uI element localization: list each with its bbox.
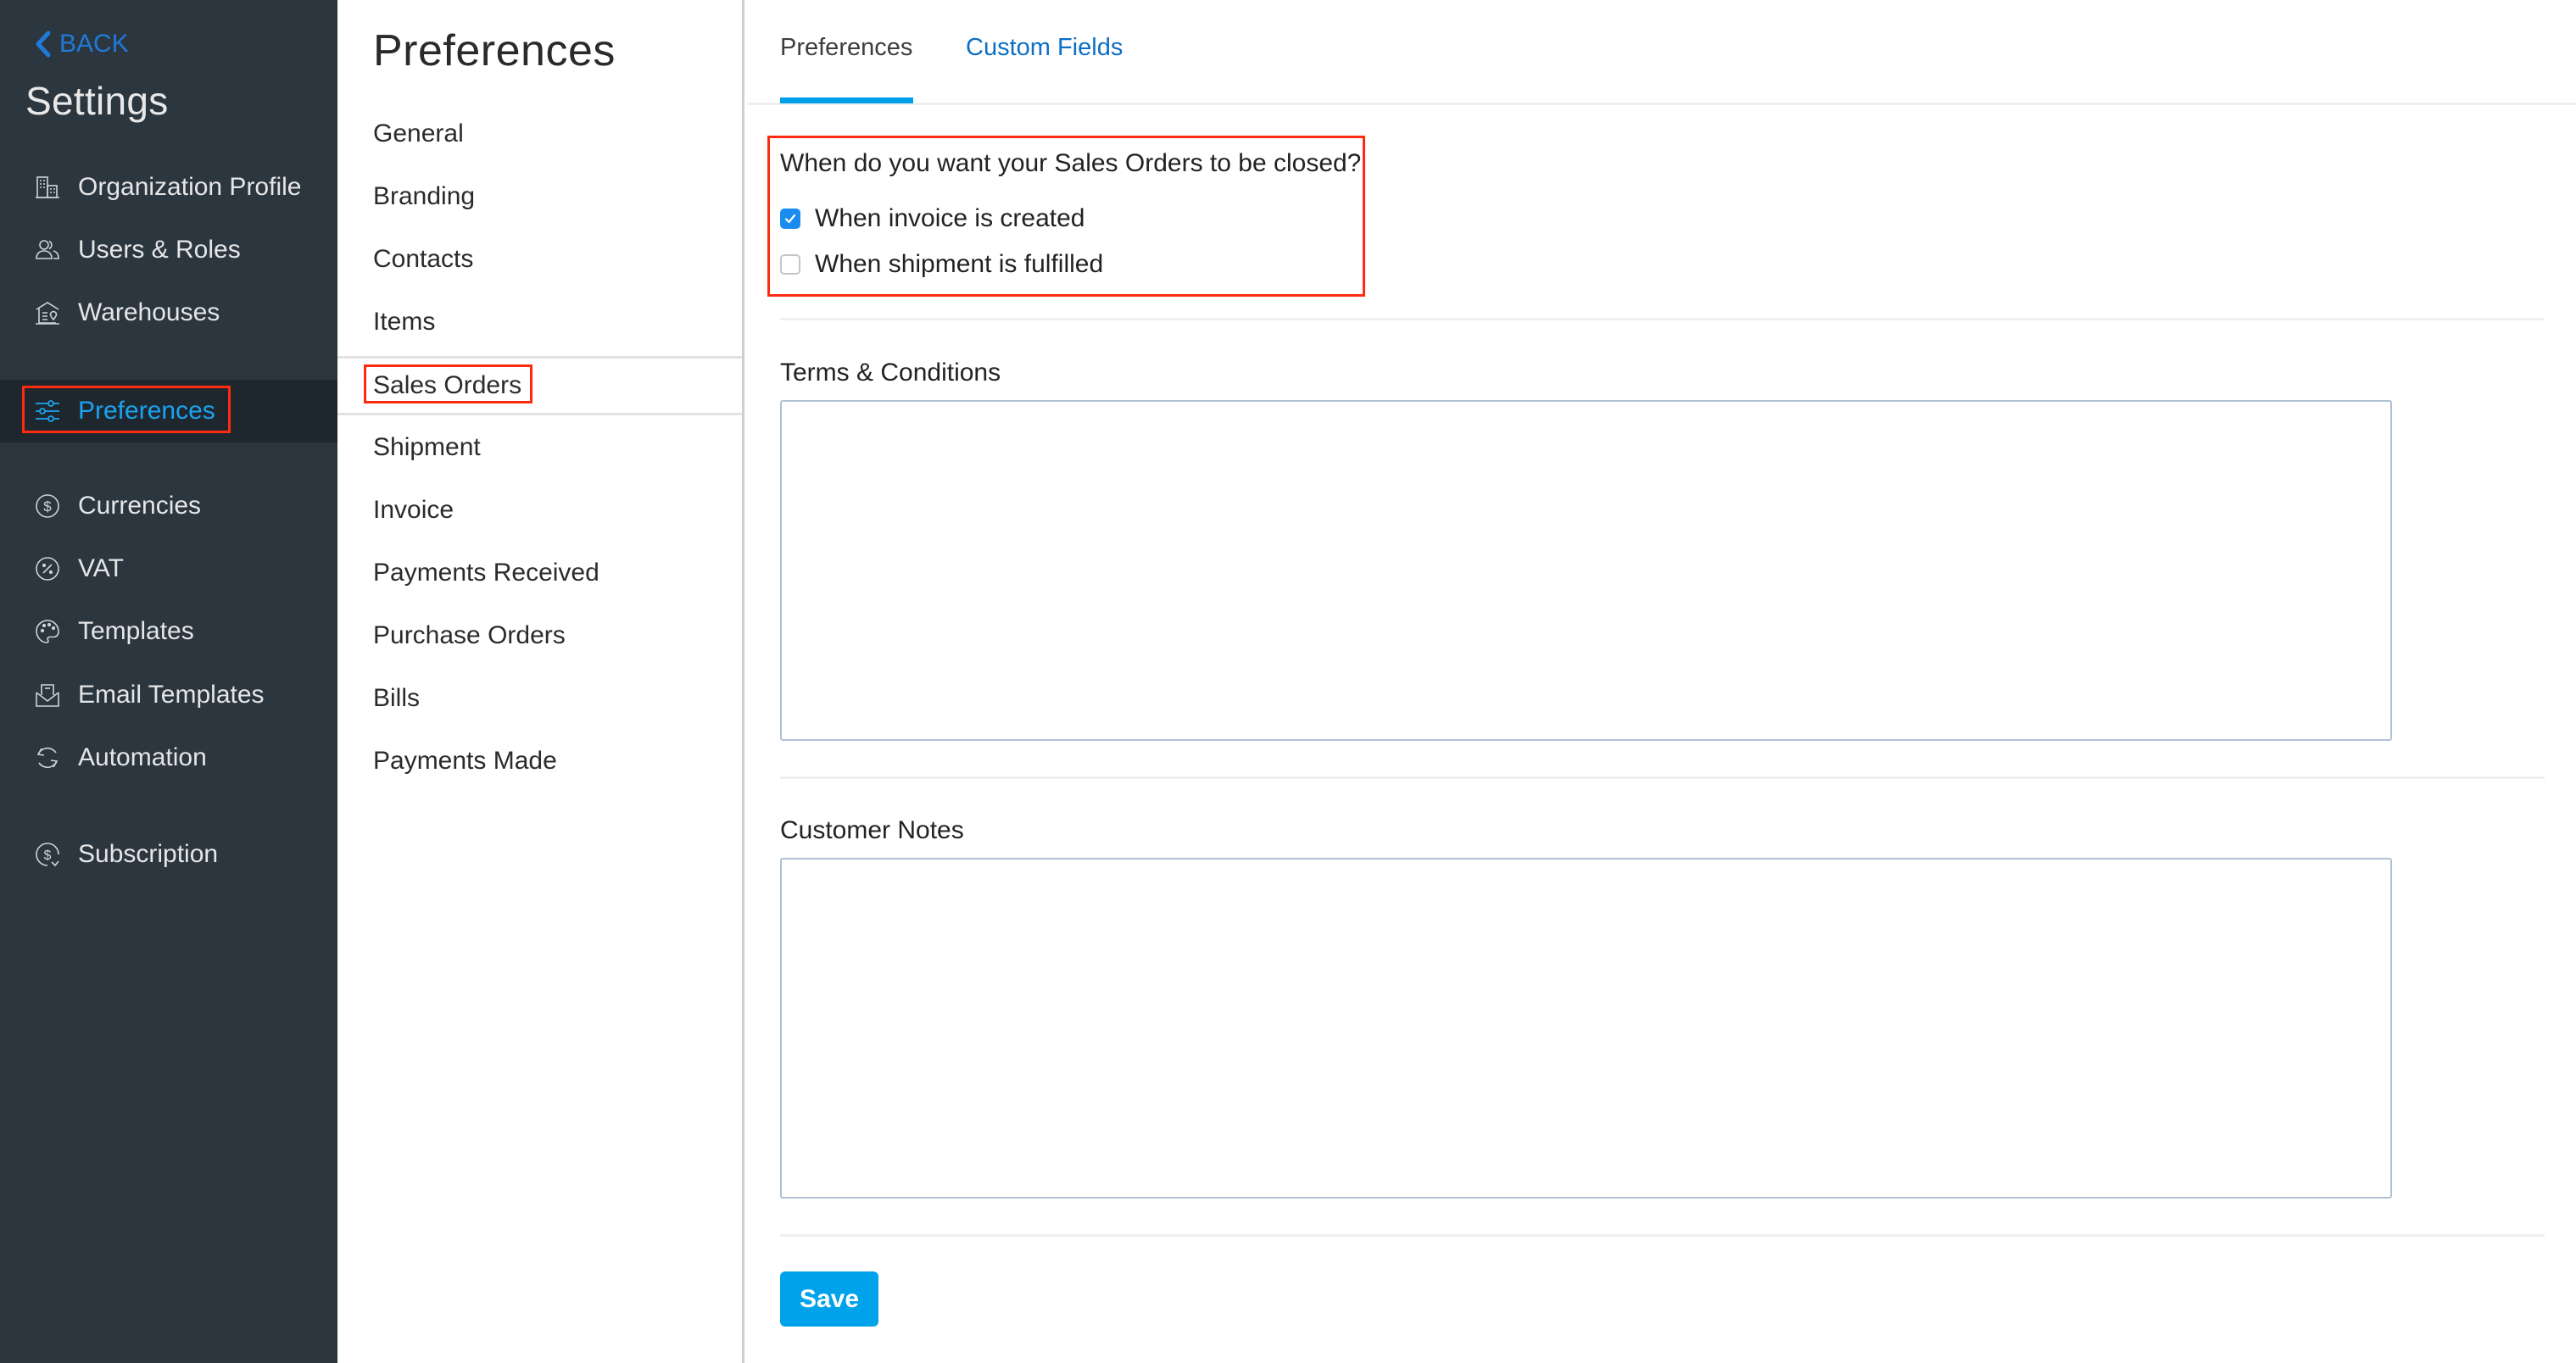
refresh-icon [34, 744, 61, 771]
submenu-item-label: Purchase Orders [373, 621, 566, 649]
submenu-item-label: Bills [373, 684, 421, 712]
sidebar-item-label: Automation [78, 743, 207, 771]
sidebar-item-label: VAT [78, 554, 124, 582]
svg-text:$: $ [43, 498, 52, 515]
submenu-item-branding[interactable]: Branding [337, 168, 742, 225]
submenu-item-label: Items [373, 308, 436, 336]
submenu-item-general[interactable]: General [337, 105, 742, 163]
sidebar-item-label: Templates [78, 617, 194, 645]
submenu-item-label: Branding [373, 182, 476, 210]
sidebar-item-users-roles[interactable]: Users & Roles [0, 219, 337, 281]
submenu-item-bills[interactable]: Bills [337, 670, 742, 727]
sidebar-item-subscription[interactable]: $ Subscription [0, 823, 337, 886]
sidebar-item-vat[interactable]: VAT [0, 537, 337, 600]
sidebar-item-preferences[interactable]: Preferences [0, 380, 337, 442]
tab-preferences[interactable]: Preferences [780, 34, 912, 62]
sidebar-item-templates[interactable]: Templates [0, 600, 337, 663]
submenu-item-label: Contacts [373, 245, 474, 273]
terms-label: Terms & Conditions [780, 359, 1001, 387]
percent-circle-icon [34, 555, 61, 582]
sidebar-title: Settings [25, 79, 169, 123]
svg-text:$: $ [44, 848, 52, 863]
envelope-open-icon [34, 682, 61, 709]
sidebar-item-automation[interactable]: Automation [0, 726, 337, 789]
section-divider [780, 776, 2545, 779]
back-link[interactable]: BACK [34, 29, 129, 59]
sidebar-item-warehouses[interactable]: Warehouses [0, 281, 337, 344]
submenu-title: Preferences [373, 26, 616, 75]
sidebar-item-label: Preferences [78, 397, 215, 425]
save-button[interactable]: Save [780, 1271, 878, 1327]
close-question-label: When do you want your Sales Orders to be… [780, 149, 1362, 177]
checkbox-shipment-fulfilled[interactable] [780, 254, 800, 275]
checkbox-invoice-created[interactable] [780, 209, 800, 229]
customer-notes-label: Customer Notes [780, 816, 964, 844]
option-label: When shipment is fulfilled [815, 250, 1104, 278]
submenu-item-shipment[interactable]: Shipment [337, 419, 742, 476]
submenu-item-label: Invoice [373, 496, 454, 524]
sidebar-item-label: Subscription [78, 840, 219, 868]
submenu-item-label: Payments Received [373, 559, 599, 587]
dollar-circle-icon: $ [34, 492, 61, 520]
submenu-item-items[interactable]: Items [337, 293, 742, 351]
submenu-item-label: Payments Made [373, 747, 557, 775]
option-invoice-created[interactable]: When invoice is created [780, 204, 1085, 233]
sidebar-item-label: Warehouses [78, 298, 220, 326]
submenu-item-label: Sales Orders [373, 371, 522, 399]
sidebar-item-label: Users & Roles [78, 236, 241, 264]
building-icon [34, 174, 61, 201]
settings-sidebar: BACK Settings Organization Profile Users… [0, 0, 337, 1363]
warehouse-icon [34, 299, 61, 326]
users-icon [34, 236, 61, 264]
submenu-item-payments-received[interactable]: Payments Received [337, 544, 742, 602]
terms-textarea[interactable] [780, 400, 2392, 741]
sidebar-item-currencies[interactable]: $ Currencies [0, 475, 337, 537]
back-label: BACK [59, 30, 129, 58]
tab-bar: Preferences Custom Fields [747, 0, 2576, 105]
chevron-left-icon [36, 31, 51, 58]
customer-notes-textarea[interactable] [780, 858, 2392, 1199]
submenu-item-invoice[interactable]: Invoice [337, 481, 742, 539]
tab-custom-fields[interactable]: Custom Fields [966, 34, 1123, 62]
option-label: When invoice is created [815, 204, 1085, 232]
submenu-item-sales-orders[interactable]: Sales Orders [337, 356, 742, 415]
checkmark-icon [784, 214, 796, 224]
sidebar-item-label: Organization Profile [78, 173, 302, 201]
submenu-item-payments-made[interactable]: Payments Made [337, 732, 742, 790]
sliders-icon [34, 398, 61, 425]
submenu-item-label: Shipment [373, 433, 481, 461]
active-tab-indicator [780, 97, 913, 103]
sidebar-item-label: Currencies [78, 492, 202, 520]
option-shipment-fulfilled[interactable]: When shipment is fulfilled [780, 250, 1103, 279]
preferences-submenu: Preferences General Branding Contacts It… [337, 0, 744, 1363]
section-divider [780, 1234, 2545, 1237]
submenu-item-contacts[interactable]: Contacts [337, 231, 742, 288]
palette-icon [34, 618, 61, 645]
sidebar-item-email-templates[interactable]: Email Templates [0, 664, 337, 726]
main-content: Preferences Custom Fields When do you wa… [747, 0, 2576, 1363]
sidebar-item-organization-profile[interactable]: Organization Profile [0, 156, 337, 219]
section-divider [780, 318, 2545, 320]
subscription-icon: $ [34, 841, 61, 868]
sidebar-item-label: Email Templates [78, 681, 265, 709]
submenu-item-label: General [373, 120, 464, 147]
submenu-item-purchase-orders[interactable]: Purchase Orders [337, 607, 742, 665]
